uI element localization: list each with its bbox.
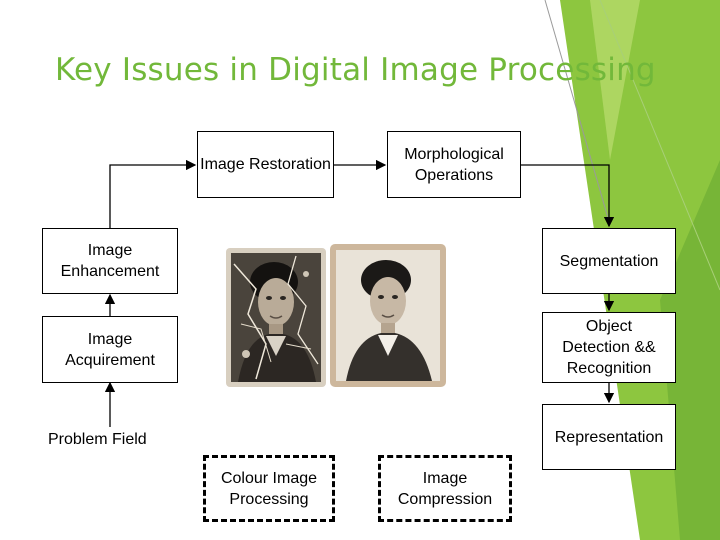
box-image-enhancement-label: Image Enhancement bbox=[60, 242, 160, 280]
box-image-restoration: Image Restoration bbox=[197, 131, 334, 198]
box-image-acquirement-label: Image Acquirement bbox=[65, 330, 155, 369]
box-object-detection: Object Detection && Recognition bbox=[542, 312, 676, 383]
box-morphological-operations-label: Morphological Operations bbox=[404, 145, 504, 184]
box-segmentation-label: Segmentation bbox=[559, 252, 659, 270]
restored-photo bbox=[330, 244, 446, 387]
box-image-restoration-label: Image Restoration bbox=[200, 156, 331, 173]
box-image-compression: Image Compression bbox=[378, 455, 512, 522]
damaged-photo bbox=[226, 248, 326, 387]
box-colour-image-processing: Colour Image Processing bbox=[203, 455, 335, 522]
box-object-detection-label: Object Detection && Recognition bbox=[562, 318, 656, 377]
box-image-acquirement: Image Acquirement bbox=[42, 316, 178, 383]
box-image-compression-label: Image Compression bbox=[397, 469, 493, 508]
box-image-enhancement: Image Enhancement bbox=[42, 228, 178, 294]
box-representation-label: Representation bbox=[554, 428, 664, 446]
arrow-morphological-to-segmentation bbox=[521, 164, 615, 228]
box-representation: Representation bbox=[542, 404, 676, 470]
label-problem-field: Problem Field bbox=[48, 431, 147, 448]
restoration-photo-illustration bbox=[226, 244, 446, 387]
arrow-enhancement-to-restoration bbox=[109, 159, 197, 228]
box-morphological-operations: Morphological Operations bbox=[387, 131, 521, 198]
box-segmentation: Segmentation bbox=[542, 228, 676, 294]
box-colour-image-processing-label: Colour Image Processing bbox=[220, 469, 318, 508]
